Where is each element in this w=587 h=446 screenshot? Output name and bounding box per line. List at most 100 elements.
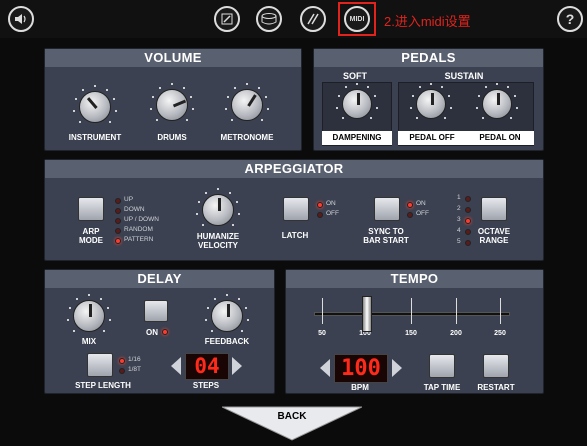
midi-icon[interactable]: MIDI <box>344 6 370 32</box>
pedal-off-knob[interactable] <box>416 89 446 119</box>
feedback-knob[interactable] <box>211 300 243 332</box>
knob-scale-dot <box>234 86 237 89</box>
step-length-button[interactable] <box>87 353 113 377</box>
pencil-icon[interactable] <box>214 6 240 32</box>
dampening-knob[interactable] <box>342 89 372 119</box>
steps-increase-arrow[interactable] <box>232 357 242 375</box>
knob-scale-dot <box>515 106 518 109</box>
knob-scale-dot <box>156 118 159 121</box>
latch-on-label: ON <box>326 200 336 207</box>
step-1-8t-label: 1/8T <box>128 366 142 373</box>
restart-label: RESTART <box>477 383 515 392</box>
arp-updown-led[interactable] <box>115 218 121 224</box>
arpeggiator-title: ARPEGGIATOR <box>45 160 543 178</box>
instrument-knob[interactable] <box>79 91 111 123</box>
tap-time-button[interactable] <box>429 354 455 378</box>
step-1-8t-led[interactable] <box>119 368 125 374</box>
octave-2-led[interactable] <box>465 207 471 213</box>
sync-to-bar-start-button[interactable] <box>374 197 400 221</box>
latch-off-led[interactable] <box>317 212 323 218</box>
mix-knob[interactable] <box>73 300 105 332</box>
knob-scale-dot <box>231 223 234 226</box>
help-icon[interactable]: ? <box>557 6 583 32</box>
sync-off-led[interactable] <box>407 212 413 218</box>
bpm-increase-arrow[interactable] <box>392 359 402 377</box>
restart-button[interactable] <box>483 354 509 378</box>
knob-scale-dot <box>102 329 105 332</box>
knob-scale-dot <box>67 319 70 322</box>
steps-decrease-arrow[interactable] <box>171 357 181 375</box>
sticks-icon[interactable] <box>300 6 326 32</box>
delay-on-label: ON <box>146 328 158 337</box>
sync-label-1: SYNC TO <box>368 227 404 236</box>
drums-knob[interactable] <box>156 89 188 121</box>
tempo-tick <box>456 298 457 324</box>
octave-label-2: RANGE <box>479 236 509 245</box>
knob-scale-dot <box>114 110 117 113</box>
delay-on-button[interactable] <box>144 300 168 322</box>
arp-pattern-led[interactable] <box>115 238 121 244</box>
tempo-panel: TEMPO 50 100 150 200 250 100 BPM TAP TIME RE… <box>285 269 544 394</box>
latch-button[interactable] <box>283 197 309 221</box>
arp-random-led[interactable] <box>115 228 121 234</box>
bpm-label: BPM <box>351 383 369 392</box>
latch-on-led[interactable] <box>317 202 323 208</box>
step-1-16-led[interactable] <box>119 358 125 364</box>
knob-scale-dot <box>159 86 162 89</box>
knob-scale-dot <box>196 213 199 216</box>
speaker-icon[interactable] <box>8 6 34 32</box>
drum-icon[interactable] <box>256 6 282 32</box>
knob-scale-dot <box>430 83 432 85</box>
bpm-display: 100 <box>334 354 388 383</box>
knob-scale-dot <box>202 223 205 226</box>
pedal-off-label: PEDAL OFF <box>398 131 466 145</box>
knob-scale-dot <box>228 191 231 194</box>
tempo-slider-track[interactable] <box>314 312 510 316</box>
arp-down-led[interactable] <box>115 208 121 214</box>
dampening-label: DAMPENING <box>322 131 392 145</box>
humanize-velocity-knob[interactable] <box>202 194 234 226</box>
tempo-tick-label: 250 <box>494 330 506 337</box>
knob-scale-dot <box>217 188 219 190</box>
delay-on-led[interactable] <box>162 329 168 335</box>
knob-scale-dot <box>214 297 217 300</box>
knob-scale-dot <box>99 297 102 300</box>
knob-scale-dot <box>226 95 229 98</box>
knob-scale-dot <box>226 294 228 296</box>
instrument-label: INSTRUMENT <box>68 133 122 142</box>
pedals-title: PEDALS <box>314 49 543 67</box>
volume-panel: VOLUME INSTRUMENT DRUMS METRONOME <box>44 48 302 151</box>
arp-up-led[interactable] <box>115 198 121 204</box>
tap-time-label: TAP TIME <box>423 383 461 392</box>
octave-range-button[interactable] <box>481 197 507 221</box>
octave-1-label: 1 <box>457 194 461 201</box>
pedal-on-label: PEDAL ON <box>466 131 534 145</box>
bpm-decrease-arrow[interactable] <box>320 359 330 377</box>
octave-3-led[interactable] <box>465 218 471 224</box>
pedal-on-knob[interactable] <box>482 89 512 119</box>
knob-scale-dot <box>197 200 200 203</box>
arp-mode-label-2: MODE <box>79 236 103 245</box>
arp-pattern-label: PATTERN <box>124 236 154 243</box>
knob-scale-dot <box>205 191 208 194</box>
knob-scale-dot <box>496 83 498 85</box>
mix-label: MIX <box>81 337 97 346</box>
sync-on-label: ON <box>416 200 426 207</box>
knob-scale-dot <box>236 200 239 203</box>
knob-scale-dot <box>449 106 452 109</box>
tempo-slider-thumb[interactable] <box>361 296 372 332</box>
knob-scale-dot <box>481 117 484 120</box>
arp-mode-button[interactable] <box>78 197 104 221</box>
knob-scale-dot <box>225 108 228 111</box>
knob-scale-dot <box>151 95 154 98</box>
octave-1-led[interactable] <box>465 196 471 202</box>
sync-on-led[interactable] <box>407 202 413 208</box>
delay-panel: DELAY MIX ON FEEDBACK STEP LENGTH 1/16 1… <box>44 269 275 394</box>
knob-scale-dot <box>182 86 185 89</box>
knob-scale-dot <box>205 319 208 322</box>
metronome-knob[interactable] <box>231 89 263 121</box>
knob-scale-dot <box>375 106 378 109</box>
knob-scale-dot <box>150 108 153 111</box>
latch-off-label: OFF <box>326 210 339 217</box>
back-button[interactable]: BACK <box>221 405 363 441</box>
